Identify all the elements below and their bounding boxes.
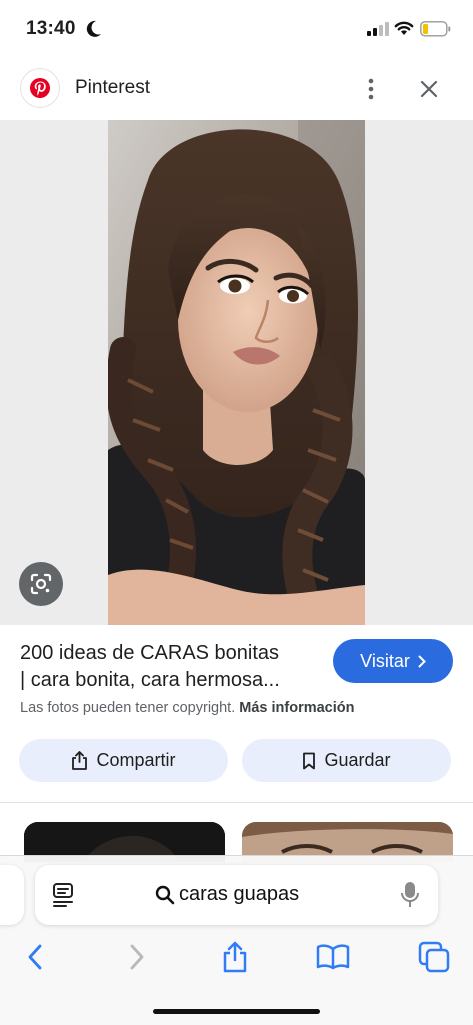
do-not-disturb-moon-icon xyxy=(86,20,101,37)
result-title-line1: 200 ideas de CARAS bonitas xyxy=(20,642,280,664)
section-divider xyxy=(0,802,473,803)
visit-label: Visitar xyxy=(360,650,410,671)
previous-tab-peek[interactable] xyxy=(0,865,24,925)
google-lens-button[interactable] xyxy=(19,562,63,606)
copyright-notice: Las fotos pueden tener copyright. Más in… xyxy=(20,700,354,716)
share-button[interactable]: Compartir xyxy=(19,739,228,782)
wifi-icon xyxy=(394,21,414,35)
home-indicator xyxy=(153,1009,320,1014)
book-icon xyxy=(316,944,350,970)
tabs-icon xyxy=(418,941,450,973)
more-vertical-icon xyxy=(368,78,374,100)
site-name: Pinterest xyxy=(75,77,150,98)
cellular-signal-icon xyxy=(367,22,389,36)
chevron-left-icon xyxy=(28,944,42,970)
pinterest-logo[interactable] xyxy=(20,68,60,108)
close-icon xyxy=(420,80,438,98)
portrait-photo xyxy=(108,120,365,625)
search-icon xyxy=(155,885,175,904)
page-menu-icon[interactable] xyxy=(52,882,76,908)
bookmarks-button[interactable] xyxy=(313,937,353,977)
back-button[interactable] xyxy=(15,937,55,977)
tabs-button[interactable] xyxy=(414,937,454,977)
microphone-icon[interactable] xyxy=(400,881,420,909)
forward-button[interactable] xyxy=(117,937,157,977)
result-title-line2: | cara bonita, cara hermosa... xyxy=(20,669,280,691)
share-page-button[interactable] xyxy=(215,937,255,977)
bookmark-icon xyxy=(303,752,316,769)
pinterest-icon xyxy=(30,78,50,98)
result-image[interactable] xyxy=(108,120,365,625)
result-title[interactable]: 200 ideas de CARAS bonitas | cara bonita… xyxy=(20,640,320,694)
visit-button[interactable]: Visitar xyxy=(333,639,453,683)
share-label: Compartir xyxy=(96,750,176,770)
copyright-text: Las fotos pueden tener copyright. xyxy=(20,700,236,716)
address-search-query[interactable]: caras guapas xyxy=(155,883,299,906)
save-button[interactable]: Guardar xyxy=(242,739,451,782)
more-info-link[interactable]: Más información xyxy=(239,700,354,716)
more-options-button[interactable] xyxy=(357,74,385,104)
share-icon xyxy=(223,941,247,973)
search-query-text: caras guapas xyxy=(179,883,300,905)
share-icon xyxy=(72,751,88,770)
battery-low-icon xyxy=(420,21,451,37)
chevron-right-icon xyxy=(130,944,144,970)
status-time: 13:40 xyxy=(26,18,76,39)
chevron-right-icon xyxy=(418,655,426,667)
close-button[interactable] xyxy=(414,74,444,104)
lens-icon xyxy=(30,573,52,595)
save-label: Guardar xyxy=(324,750,391,770)
